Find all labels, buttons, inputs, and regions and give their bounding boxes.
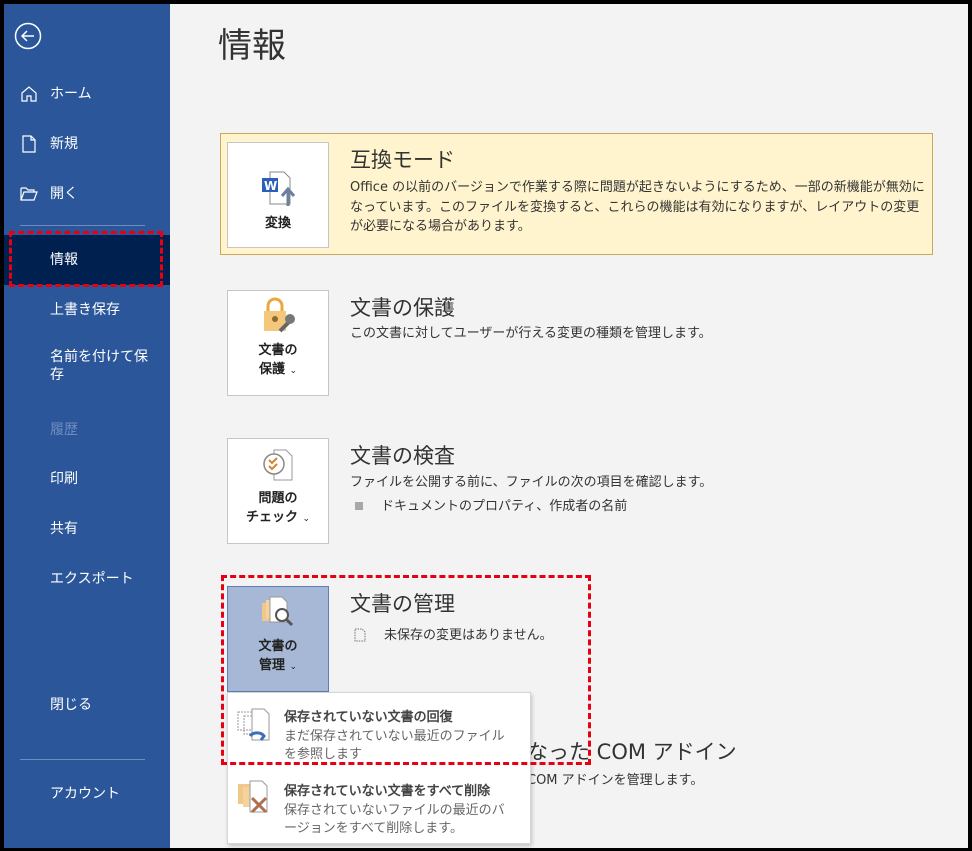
back-arrow-icon: [14, 22, 42, 50]
back-button[interactable]: [14, 22, 42, 50]
convert-button-label: 変換: [265, 214, 291, 233]
sidebar-divider: [20, 225, 145, 226]
sidebar-item-close[interactable]: 閉じる: [4, 691, 170, 719]
home-icon: [20, 85, 38, 103]
protect-button-label-2: 保護: [259, 362, 285, 377]
protect-heading: 文書の保護: [350, 292, 455, 322]
dropdown-item-desc: 保存されていないファイルの最近のバージョンをすべて削除します。: [284, 802, 514, 838]
sidebar-item-label: 上書き保存: [50, 301, 120, 319]
sidebar-item-export[interactable]: エクスポート: [4, 565, 170, 593]
inspect-checklist-icon: [260, 447, 296, 483]
sidebar-item-print[interactable]: 印刷: [4, 465, 170, 493]
protect-button-label: 文書の: [258, 341, 297, 360]
sidebar-item-label: 履歴: [50, 421, 78, 439]
protect-text: この文書に対してユーザーが行える変更の種類を管理します。: [350, 324, 712, 344]
sidebar-item-label: ホーム: [50, 85, 92, 103]
inspect-text: ファイルを公開する前に、ファイルの次の項目を確認します。: [350, 473, 712, 493]
inspect-bullet-text: ドキュメントのプロパティ、作成者の名前: [381, 497, 627, 517]
check-button-label: 問題の: [258, 489, 297, 508]
folder-open-icon: [20, 185, 38, 203]
delete-unsaved-documents-item[interactable]: 保存されていない文書をすべて削除 保存されていないファイルの最近のバージョンをす…: [228, 770, 530, 842]
convert-button[interactable]: W 変換: [227, 142, 329, 248]
bullet-icon: [355, 502, 363, 510]
sidebar-item-share[interactable]: 共有: [4, 515, 170, 543]
sidebar-item-label: 共有: [50, 520, 78, 538]
sidebar-item-open[interactable]: 開く: [4, 180, 170, 208]
sidebar-item-history: 履歴: [4, 416, 170, 444]
lock-key-icon: [258, 297, 298, 335]
sidebar-item-label: 名前を付けて保存: [50, 348, 155, 384]
sidebar-item-save[interactable]: 上書き保存: [4, 296, 170, 324]
highlight-box-info: [9, 231, 163, 287]
sidebar-item-label: エクスポート: [50, 570, 134, 588]
sidebar-item-label: 閉じる: [50, 696, 92, 714]
sidebar-item-account[interactable]: アカウント: [4, 780, 170, 808]
check-button-label-2: チェック: [246, 510, 298, 525]
compat-text: Office の以前のバージョンで作業する際に問題が起きないようにするため、一部…: [350, 178, 932, 237]
compat-heading: 互換モード: [350, 144, 455, 174]
sidebar-item-new[interactable]: 新規: [4, 130, 170, 158]
sidebar-item-label: 開く: [50, 185, 78, 203]
protect-document-button[interactable]: 文書の 保護 ⌄: [227, 290, 329, 396]
check-issues-button[interactable]: 問題の チェック ⌄: [227, 438, 329, 544]
page-title: 情報: [218, 18, 286, 67]
backstage-sidebar: ホーム 新規 開く 情報 上書き保存 名前を付けて保存 履歴 印刷 共有 エクス…: [4, 4, 170, 848]
highlight-box-manage: [221, 575, 591, 765]
inspect-heading: 文書の検査: [350, 440, 455, 470]
dropdown-item-title: 保存されていない文書をすべて削除: [284, 780, 490, 799]
svg-text:W: W: [264, 179, 277, 193]
sidebar-item-label: 印刷: [50, 470, 78, 488]
sidebar-divider: [20, 759, 145, 760]
sidebar-item-home[interactable]: ホーム: [4, 80, 170, 108]
delete-document-icon: [236, 778, 274, 818]
sidebar-item-label: アカウント: [50, 785, 120, 803]
chevron-down-icon: ⌄: [303, 514, 311, 524]
sidebar-item-label: 新規: [50, 135, 78, 153]
new-document-icon: [20, 135, 38, 153]
word-convert-icon: W: [258, 168, 298, 208]
chevron-down-icon: ⌄: [290, 366, 298, 376]
sidebar-item-save-as[interactable]: 名前を付けて保存: [4, 346, 170, 386]
com-addin-text: COM アドインを管理します。: [527, 769, 703, 788]
